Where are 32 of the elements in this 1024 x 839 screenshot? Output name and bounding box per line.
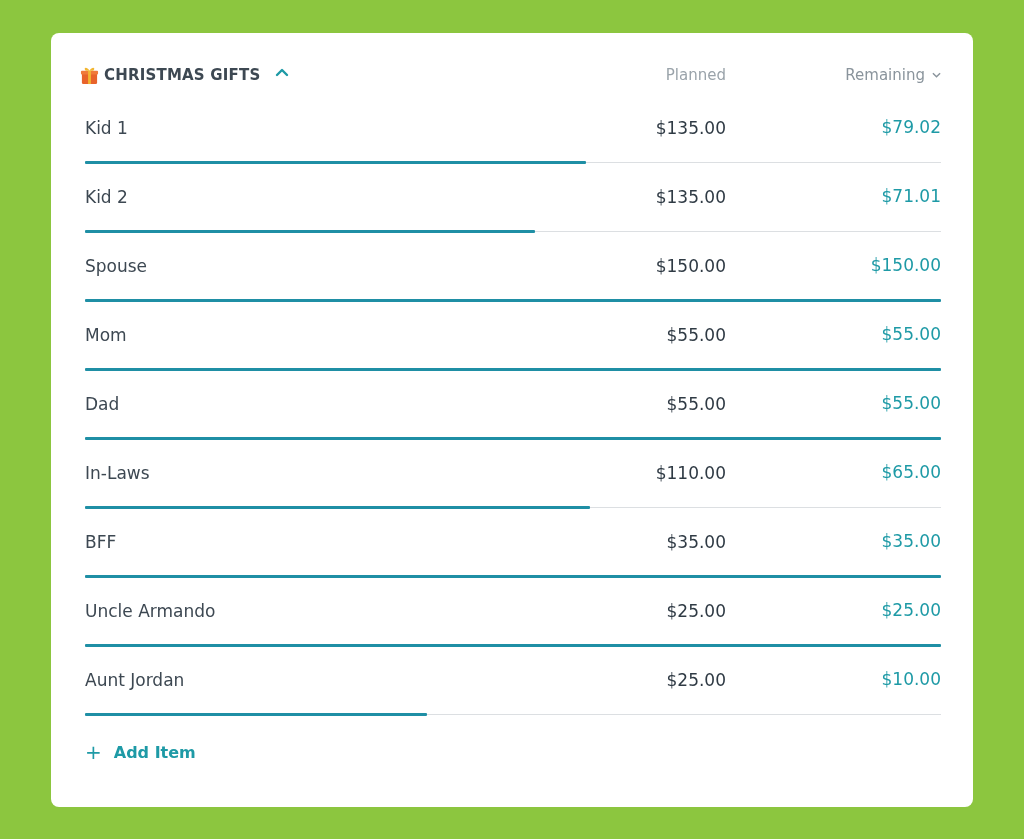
remaining-amount: $150.00 [869,254,941,275]
item-name[interactable]: Kid 2 [85,187,576,207]
planned-header: Planned [664,66,726,84]
planned-amount[interactable]: $25.00 [576,601,726,621]
item-name[interactable]: In-Laws [85,463,576,483]
planned-amount[interactable]: $25.00 [576,670,726,690]
planned-amount[interactable]: $150.00 [576,256,726,276]
remaining-amount: $25.00 [880,599,941,620]
planned-amount[interactable]: $35.00 [576,532,726,552]
remaining-amount: $79.02 [880,116,941,137]
remaining-amount: $55.00 [880,392,941,413]
chevron-icon[interactable] [275,67,290,77]
remaining-amount: $71.01 [880,185,941,206]
item-name[interactable]: Kid 1 [85,118,576,138]
item-name[interactable]: Aunt Jordan [85,670,576,690]
remaining-amount: $55.00 [880,323,941,344]
planned-amount[interactable]: $135.00 [576,118,726,138]
remaining-amount: $35.00 [880,530,941,551]
category-title: CHRISTMAS GIFTS [104,66,261,84]
item-name[interactable]: Dad [85,394,576,414]
planned-amount[interactable]: $135.00 [576,187,726,207]
remaining-amount: $65.00 [880,461,941,482]
planned-amount[interactable]: $55.00 [576,325,726,345]
remaining-amount: $10.00 [880,668,941,689]
caret-icon [932,72,941,78]
planned-amount[interactable]: $55.00 [576,394,726,414]
item-name[interactable]: Mom [85,325,576,345]
item-name[interactable]: Uncle Armando [85,601,576,621]
planned-amount[interactable]: $110.00 [576,463,726,483]
gift-icon [80,65,99,85]
item-name[interactable]: BFF [85,532,576,552]
item-name[interactable]: Spouse [85,256,576,276]
